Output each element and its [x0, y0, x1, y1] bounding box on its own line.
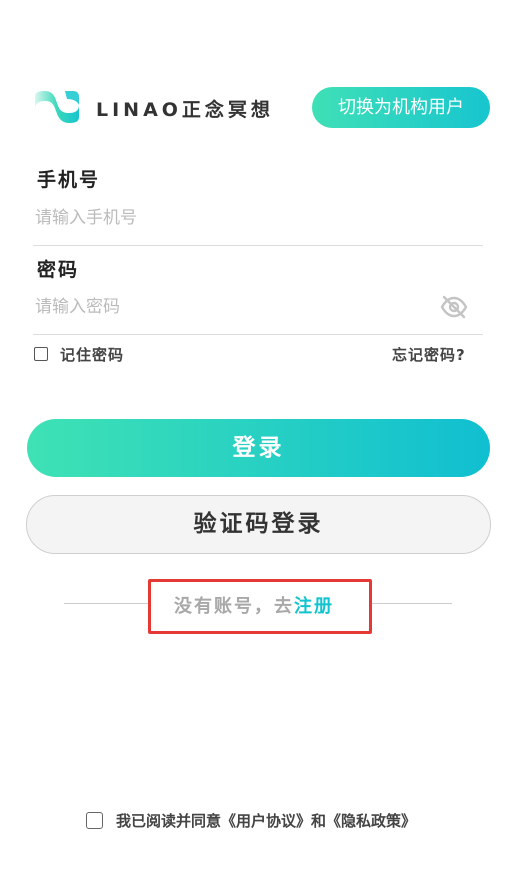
register-prompt-text: 没有账号，去 [174, 596, 294, 617]
phone-label: 手机号 [37, 169, 101, 191]
remember-password-option[interactable]: 记住密码 [34, 344, 124, 364]
agreement-row: 我已阅读并同意《用户协议》和《隐私政策》 [86, 810, 416, 831]
register-link[interactable]: 注册 [294, 596, 334, 617]
linao-logo-icon [35, 91, 79, 123]
eye-off-icon[interactable] [440, 295, 468, 319]
switch-to-organization-button[interactable]: 切换为机构用户 [312, 87, 490, 128]
brand-name: LINAO正念冥想 [96, 99, 274, 121]
phone-input[interactable] [35, 203, 435, 233]
remember-password-checkbox[interactable] [34, 347, 48, 361]
agreement-conjunction: 和 [311, 812, 327, 830]
login-button[interactable]: 登录 [27, 419, 490, 477]
agreement-text: 我已阅读并同意《用户协议》和《隐私政策》 [116, 810, 416, 831]
privacy-policy-link[interactable]: 《隐私政策》 [326, 812, 416, 830]
code-login-button[interactable]: 验证码登录 [26, 495, 491, 554]
phone-divider [33, 245, 483, 246]
remember-password-label: 记住密码 [60, 345, 125, 364]
password-label: 密码 [37, 259, 80, 281]
user-agreement-link[interactable]: 《用户协议》 [221, 812, 311, 830]
register-divider-right [372, 603, 452, 604]
agreement-checkbox[interactable] [86, 812, 103, 829]
register-prompt: 没有账号，去注册 [174, 592, 334, 618]
forgot-password-link[interactable]: 忘记密码? [392, 344, 466, 365]
password-divider [33, 334, 483, 335]
password-input[interactable] [35, 292, 435, 322]
agreement-prefix: 我已阅读并同意 [116, 812, 222, 830]
register-divider-left [64, 603, 150, 604]
